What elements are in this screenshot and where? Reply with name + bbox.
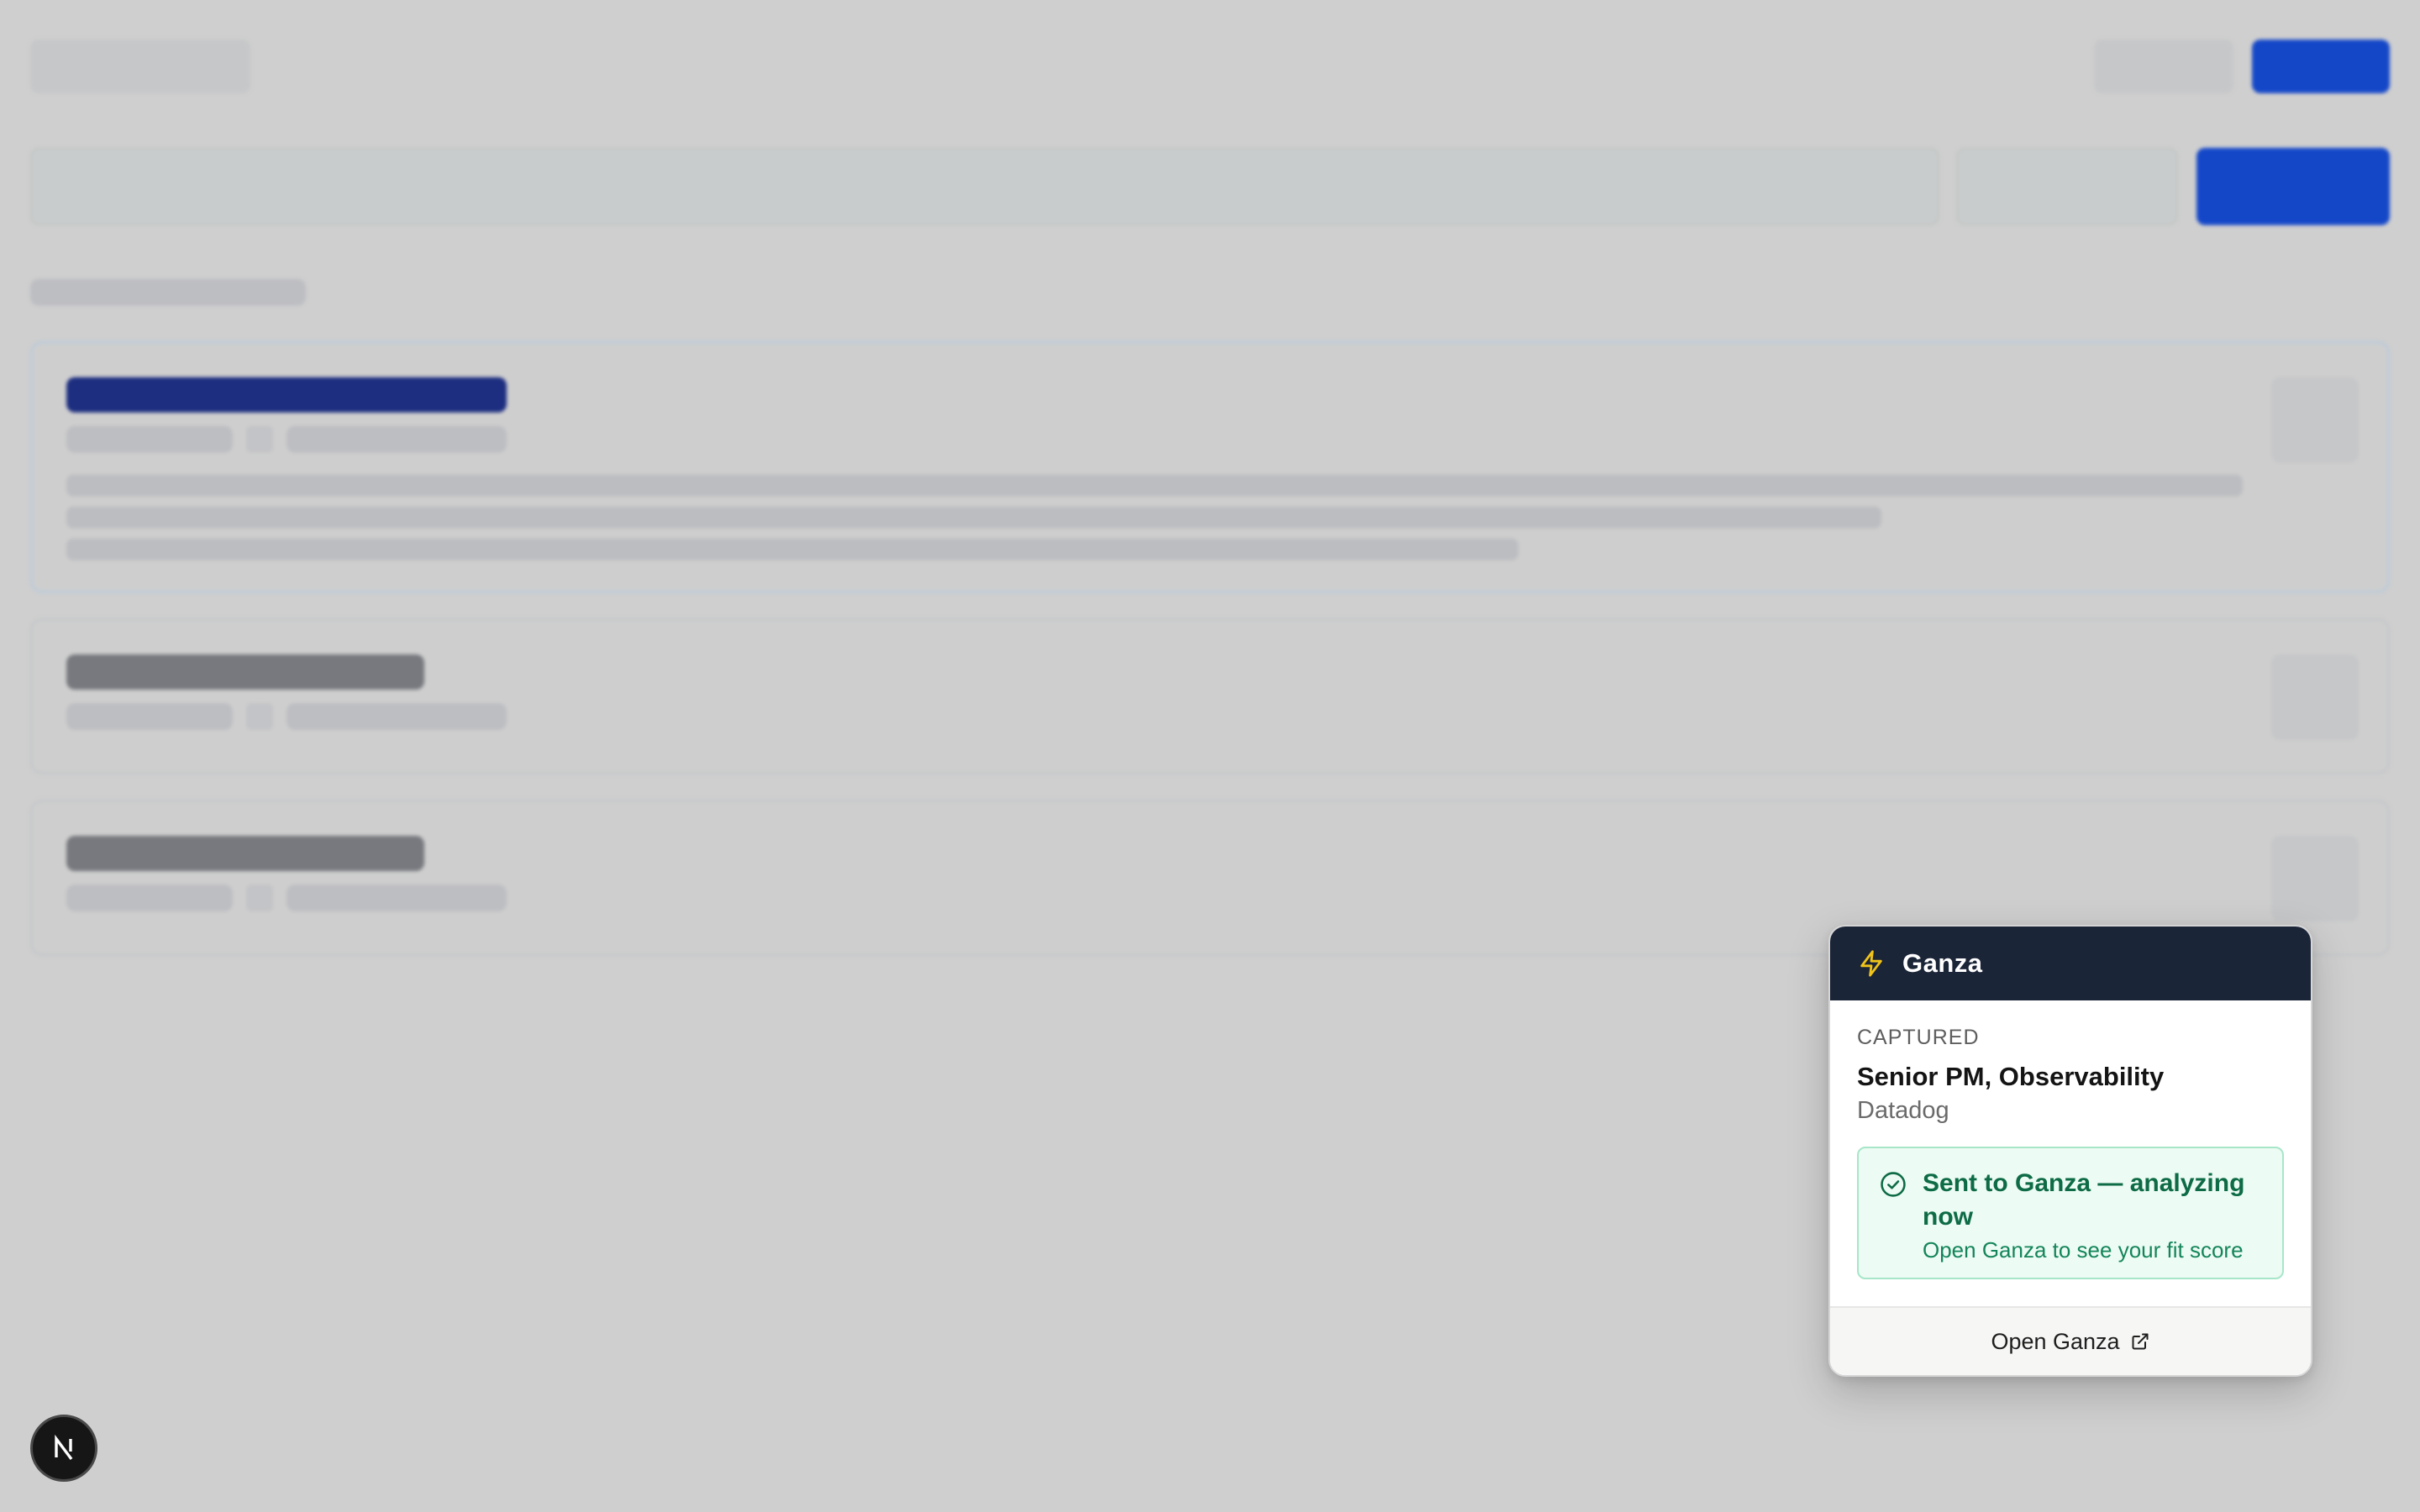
status-hint: Open Ganza to see your fit score xyxy=(1923,1237,2244,1263)
company-name: Datadog xyxy=(1857,1097,1949,1124)
bg-card-action-placeholder xyxy=(2271,836,2359,921)
nextjs-dev-badge[interactable] xyxy=(30,1415,97,1482)
popup-footer: Open Ganza xyxy=(1830,1306,2311,1375)
external-link-icon xyxy=(2132,1333,2149,1350)
open-ganza-link[interactable]: Open Ganza xyxy=(1991,1329,2149,1355)
bg-card-title-placeholder xyxy=(66,377,507,412)
popup-brand-title: Ganza xyxy=(1902,948,1983,978)
bg-job-card xyxy=(30,618,2390,774)
status-text-group: Sent to Ganza — analyzing now Open Ganza… xyxy=(1923,1167,2265,1278)
popup-header: Ganza xyxy=(1830,927,2311,1000)
bg-card-text-line xyxy=(66,475,2243,496)
bg-search-field-placeholder xyxy=(30,148,1939,225)
bg-logo-placeholder xyxy=(30,39,250,93)
bg-search-button-placeholder xyxy=(2196,148,2390,225)
bg-card-meta-dot xyxy=(246,703,273,730)
popup-body: CAPTURED Senior PM, Observability Datado… xyxy=(1830,1000,2311,1279)
bg-card-title-placeholder xyxy=(66,836,424,871)
job-title: Senior PM, Observability xyxy=(1857,1062,2165,1091)
bg-card-title-placeholder xyxy=(66,654,424,690)
nextjs-logo-icon xyxy=(55,1434,73,1461)
check-circle-icon xyxy=(1881,1172,1906,1197)
bg-card-meta-placeholder xyxy=(287,426,507,453)
bg-card-meta-dot xyxy=(246,885,273,911)
bg-card-meta-dot xyxy=(246,426,273,453)
open-ganza-label: Open Ganza xyxy=(1991,1328,2120,1354)
ganza-capture-popup: Ganza CAPTURED Senior PM, Observability … xyxy=(1828,925,2312,1377)
bg-section-label-placeholder xyxy=(30,279,306,306)
lightning-bolt-icon xyxy=(1860,950,1882,977)
bg-secondary-button-placeholder xyxy=(2094,39,2233,93)
status-message: Sent to Ganza — analyzing now xyxy=(1923,1169,2245,1231)
bg-card-action-placeholder xyxy=(2271,654,2359,740)
bg-card-text-line xyxy=(66,507,1881,528)
bg-card-meta-placeholder xyxy=(287,703,507,730)
bg-card-meta-placeholder xyxy=(66,703,233,730)
bg-card-action-placeholder xyxy=(2271,377,2359,463)
status-banner: Sent to Ganza — analyzing now Open Ganza… xyxy=(1857,1147,2284,1279)
bg-card-text-line xyxy=(66,538,1518,560)
bg-job-card xyxy=(30,341,2390,593)
bg-filter-field-placeholder xyxy=(1956,148,2178,225)
bg-card-meta-placeholder xyxy=(66,885,233,911)
bg-card-meta-placeholder xyxy=(287,885,507,911)
bg-card-meta-placeholder xyxy=(66,426,233,453)
captured-label: CAPTURED xyxy=(1857,1026,1980,1049)
bg-primary-button-placeholder xyxy=(2252,39,2390,93)
